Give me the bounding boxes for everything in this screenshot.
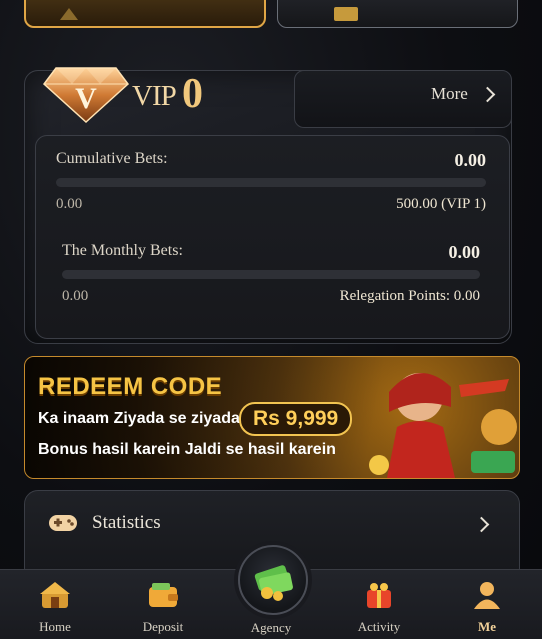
cumulative-max: 500.00 (VIP 1) <box>396 196 486 212</box>
vip-label: VIP <box>132 80 177 112</box>
top-action-button-deposit[interactable] <box>277 0 518 28</box>
relegation-points: Relegation Points: 0.00 <box>339 288 480 304</box>
vip-gem-icon: V <box>42 67 130 124</box>
wallet-icon <box>149 583 178 607</box>
nav-home[interactable]: Home <box>20 580 90 635</box>
statistics-row[interactable]: Statistics <box>48 512 161 534</box>
redeem-code-banner[interactable]: REDEEM CODE Ka inaam Ziyada se ziyada Rs… <box>24 356 520 479</box>
home-icon <box>40 582 70 608</box>
nav-deposit[interactable]: Deposit <box>128 580 198 635</box>
top-action-button-left[interactable] <box>24 0 266 28</box>
nav-me-label: Me <box>477 619 497 634</box>
redeem-title: REDEEM CODE <box>38 373 223 400</box>
vip-level: 0 <box>182 71 203 117</box>
nav-deposit-label: Deposit <box>142 619 184 634</box>
cumulative-min: 0.00 <box>56 196 83 212</box>
monthly-bets-label: The Monthly Bets: <box>62 242 183 259</box>
monthly-progress-bar <box>62 270 480 279</box>
reward-amount-badge: Rs 9,999 <box>239 402 353 436</box>
statistics-label: Statistics <box>92 512 161 533</box>
nav-agency-button[interactable] <box>238 545 308 615</box>
gift-icon <box>367 583 391 608</box>
gamepad-icon <box>49 515 77 531</box>
chevron-right-icon <box>479 86 496 102</box>
cumulative-bets-label: Cumulative Bets: <box>56 150 168 167</box>
user-icon <box>474 582 500 609</box>
banner-line1: Ka inaam Ziyada se ziyada <box>38 410 240 427</box>
withdraw-icon <box>60 8 78 20</box>
banner-line2: Bonus hasil karein Jaldi se hasil karein <box>38 441 336 458</box>
nav-me[interactable]: Me <box>452 580 522 635</box>
monthly-min: 0.00 <box>62 288 89 304</box>
money-icon <box>254 565 293 601</box>
nav-agency-label: Agency <box>250 620 292 635</box>
nav-activity[interactable]: Activity <box>344 580 414 635</box>
deposit-icon <box>334 7 358 21</box>
monthly-bets-value: 0.00 <box>448 242 481 262</box>
svg-text:V: V <box>75 82 97 115</box>
cumulative-bets-value: 0.00 <box>454 150 487 170</box>
cumulative-progress-bar <box>56 178 486 187</box>
nav-home-label: Home <box>39 619 71 634</box>
more-link[interactable]: More <box>431 84 496 104</box>
more-label: More <box>431 84 468 103</box>
nav-activity-label: Activity <box>357 619 401 634</box>
